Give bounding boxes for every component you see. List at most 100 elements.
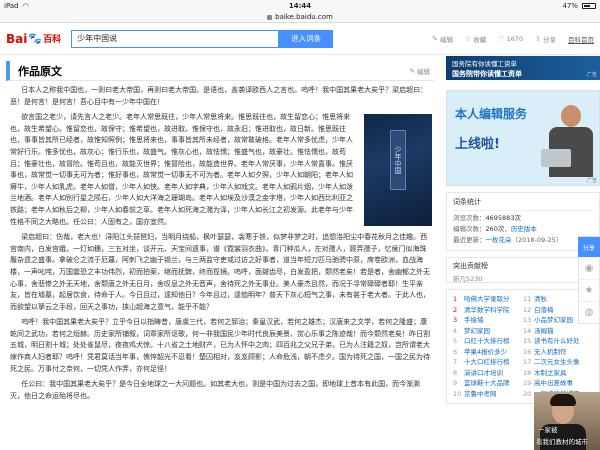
ad-label: 广告 — [586, 72, 597, 78]
book-cover-image[interactable]: 少年中国 — [364, 114, 432, 227]
stat-edits: 编辑次数：260次，历史版本 — [453, 225, 537, 233]
paragraph-5: 任公曰：我中国其果老大矣乎？是今日全地球之一大问题也。如其老大也，则是中国为过去… — [10, 380, 421, 400]
trending-rank: 9 — [453, 379, 458, 387]
trending-rank: 17 — [523, 358, 532, 366]
qzone-icon[interactable]: ★ — [578, 279, 600, 301]
trending-item[interactable]: 2 清华数学科学院 — [453, 305, 523, 316]
baike-home-link[interactable]: 百科首页 — [568, 34, 594, 44]
trending-item[interactable]: 10 京鲁中考网 — [453, 389, 523, 400]
section-title: 作品原文 — [18, 64, 62, 78]
trending-title: 十大口红排行榜 — [464, 358, 510, 366]
promo-line-1: 本人编辑服务 — [455, 107, 528, 121]
weibo-icon[interactable]: ◉ — [578, 257, 600, 279]
trending-title: 哈佛大学录取分 — [464, 295, 510, 303]
edit-icon: ✎ — [432, 35, 439, 43]
paragraph-3: 梁启超曰：伤哉，老大也！浔阳江头琵琶妇，当明月绕船，枫叶瑟瑟，衾寒于铁，似梦非梦… — [10, 233, 430, 311]
baike-header: Bai 🐾 百科 进入词条 ✎编辑 ☆收藏 ♡1670 ⇪分享 百科首页 — [0, 23, 600, 55]
trending-title: 京鲁中考网 — [464, 389, 497, 398]
trending-item[interactable]: 17 二次元女生头像 — [523, 357, 593, 368]
trending-title: 白落梅 — [534, 305, 554, 314]
trending-title: 苹果4报价多少 — [464, 347, 508, 356]
trending-title: 小品梦幻家园 — [534, 316, 573, 324]
search-input[interactable] — [71, 29, 280, 48]
floating-video-player[interactable]: 一家被 看我们教材的城市 — [534, 392, 600, 450]
trending-rank: 15 — [523, 337, 532, 345]
share-action[interactable]: ⇪ 分享 — [535, 34, 556, 44]
trending-title: 木制之家具 — [534, 368, 567, 377]
entry-stats-box: 词条统计 浏览次数：4695883次 编辑次数：260次，历史版本 最近更新：一… — [446, 192, 600, 251]
trending-rank: 12 — [523, 305, 532, 314]
trending-item[interactable]: 15 读书有什么好处 — [523, 336, 593, 347]
trending-rank: 18 — [523, 368, 532, 377]
trending-item[interactable]: 8 演讲口才培训 — [453, 368, 523, 379]
trending-rank: 4 — [453, 326, 458, 335]
trending-rank: 14 — [523, 326, 532, 335]
trending-title: 梦幻家园 — [464, 326, 490, 335]
trending-item[interactable]: 18 木制之家具 — [523, 368, 593, 379]
battery-icon — [582, 3, 596, 9]
trending-item[interactable]: 14 汤姆猫 — [523, 326, 593, 337]
trending-rank: 5 — [453, 337, 458, 345]
section-edit-link[interactable]: ✎ 编辑 — [410, 66, 430, 76]
trending-list: 1 哈佛大学录取分 2 清华数学科学院 3 手绘墙 4 梦幻家园 5 口红十大排行榜 6 苹果4报价多… — [446, 289, 600, 404]
trending-item[interactable]: 3 手绘墙 — [453, 315, 523, 326]
trending-item[interactable]: 1 哈佛大学录取分 — [453, 294, 523, 305]
trending-title: 篮球鞋十大品牌 — [464, 379, 510, 387]
trending-item[interactable]: 6 苹果4报价多少 — [453, 347, 523, 358]
wechat-icon[interactable]: ◍ — [578, 301, 600, 323]
trending-item[interactable]: 9 篮球鞋十大品牌 — [453, 378, 523, 389]
share-toggle[interactable]: 分享 — [578, 237, 600, 257]
trending-title: 无人机制作 — [534, 347, 567, 356]
contributor-name[interactable]: 新几5230 — [453, 273, 593, 283]
trending-title: 清华数学科学院 — [464, 305, 510, 314]
baidu-baike-logo[interactable]: Bai 🐾 百科 — [6, 32, 61, 46]
editing-service-promo[interactable]: 本人编辑服务 上线啦! 广告 — [446, 90, 600, 186]
video-caption-2: 看我们教材的城市 — [536, 438, 588, 446]
header-actions: ✎ 编辑 ☆ 收藏 ♡ 1670 ⇪ 分享 百科首页 — [432, 23, 594, 55]
trending-rank: 2 — [453, 305, 458, 314]
right-sidebar: 国务院有你读懂工资单 国务院带你读懂工资单 广告 本人编辑服务 上线啦! 广告 … — [446, 56, 600, 450]
trending-rank: 7 — [453, 358, 458, 366]
favorite-action[interactable]: ☆ 收藏 — [465, 34, 486, 44]
trending-item[interactable]: 4 梦幻家园 — [453, 326, 523, 337]
trending-rank: 6 — [453, 347, 458, 356]
ad-line-2: 国务院带你读懂工资单 — [452, 70, 522, 78]
contributor-box: 突出贡献榜 新几5230 — [446, 257, 600, 283]
trending-title: 手绘墙 — [464, 316, 484, 324]
paragraph-1: 日本人之称我中国也，一则曰老大帝国，再则曰老大帝国。是语也，盖袭译欧西人之言也。… — [10, 86, 428, 106]
safari-address-bar[interactable]: baike.baidu.com — [0, 12, 600, 23]
trending-title: 汤姆猫 — [534, 326, 554, 335]
trending-title: 口红十大排行榜 — [464, 337, 510, 345]
promo-person-illustration — [541, 105, 595, 177]
stat-views: 浏览次数：4695883次 — [453, 214, 521, 222]
like-action[interactable]: ♡ 1670 — [498, 35, 523, 43]
top-ad-banner[interactable]: 国务院有你读懂工资单 国务院带你读懂工资单 广告 — [446, 56, 600, 80]
stat-updated: 最近更新：一枚花朵（2018-09-25） — [453, 236, 563, 244]
video-caption-1: 一家被 — [538, 426, 558, 434]
edit-icon: ✎ — [409, 66, 415, 75]
article-body: 日本人之称我中国也，一则曰老大帝国，再则曰老大帝国。是语也，盖袭译欧西人之言也。… — [0, 81, 440, 402]
paw-icon: 🐾 — [28, 32, 43, 45]
trending-rank: 13 — [523, 316, 532, 324]
trending-item[interactable]: 19 高中出差故事 — [523, 378, 593, 389]
enter-entry-button[interactable]: 进入词条 — [279, 29, 334, 48]
history-link[interactable]: 历史版本 — [511, 225, 537, 233]
thumb-up-icon: ♡ — [498, 35, 505, 43]
trending-title: 清秋 — [534, 295, 547, 303]
star-icon: ☆ — [465, 35, 472, 43]
share-icon: ⇪ — [535, 35, 541, 43]
trending-item[interactable]: 5 口红十大排行榜 — [453, 336, 523, 347]
trending-rank: 3 — [453, 316, 458, 324]
trending-title: 演讲口才培训 — [464, 368, 503, 377]
trending-columns: 1 哈佛大学录取分 2 清华数学科学院 3 手绘墙 4 梦幻家园 5 口红十大排行榜 6 苹果4报价多… — [453, 294, 593, 399]
trending-rank: 1 — [453, 295, 458, 303]
promo-ad-label: 广告 — [586, 178, 597, 184]
ad-line-1: 国务院有你读懂工资单 — [452, 60, 517, 68]
trending-rank: 11 — [523, 295, 532, 303]
status-time: 14:44 — [288, 2, 312, 10]
trending-item[interactable]: 16 无人机制作 — [523, 347, 593, 358]
edit-action[interactable]: ✎ 编辑 — [432, 34, 453, 44]
trending-item[interactable]: 7 十大口红排行榜 — [453, 357, 523, 368]
editor-link[interactable]: 一枚花朵 — [486, 236, 512, 244]
book-title-strip: 少年中国 — [390, 130, 406, 191]
